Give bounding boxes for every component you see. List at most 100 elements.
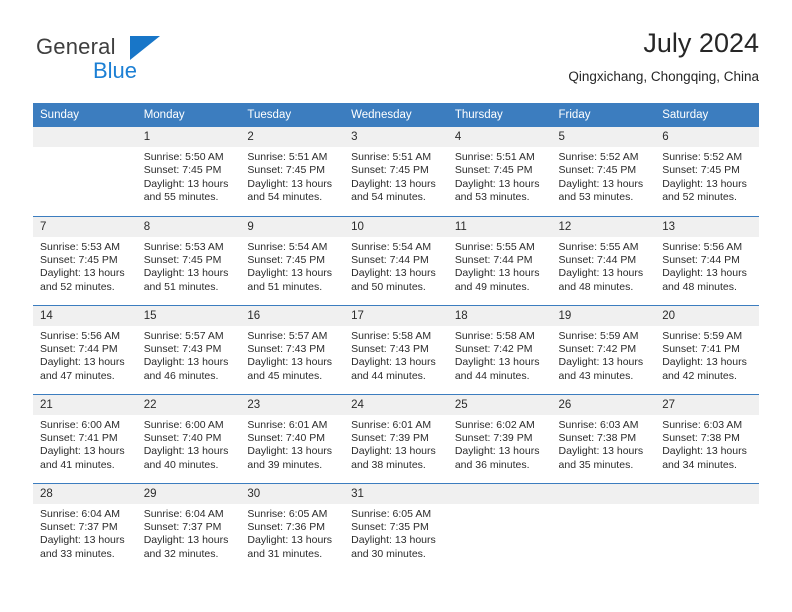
daylight-duration-line1: Daylight: 13 hours: [143, 445, 229, 458]
day-number: [551, 483, 656, 504]
sunrise-time: Sunrise: 5:50 AM: [143, 151, 224, 163]
calendar-day-cell[interactable]: 17 Sunrise: 5:58 AM Sunset: 7:43 PM Dayligh…: [344, 304, 448, 394]
calendar-day-cell[interactable]: 6 Sunrise: 5:52 AM Sunset: 7:45 PM Daylight…: [655, 127, 759, 216]
daylight-duration-line2: and 30 minutes.: [351, 547, 426, 560]
daylight-duration-line2: and 51 minutes.: [143, 280, 219, 293]
daylight-duration-line1: Daylight: 13 hours: [40, 534, 125, 547]
calendar-day-cell[interactable]: 13 Sunrise: 5:56 AM Sunset: 7:44 PM Dayligh…: [655, 215, 759, 305]
day-number: 26: [551, 394, 656, 415]
day-details: Sunrise: 6:04 AM Sunset: 7:37 PM Daylight:…: [137, 504, 241, 562]
calendar-page: General Blue July 2024 Qingxichang, Chon…: [0, 0, 792, 612]
weekday-header-wednesday: Wednesday: [344, 103, 448, 127]
day-details: Sunrise: 6:02 AM Sunset: 7:39 PM Daylight:…: [448, 415, 552, 473]
sunrise-time: Sunrise: 6:00 AM: [40, 418, 120, 431]
sunset-time: Sunset: 7:40 PM: [247, 431, 326, 444]
day-number: 25: [447, 394, 552, 415]
daylight-duration-line1: Daylight: 13 hours: [454, 177, 540, 190]
daylight-duration-line2: and 48 minutes.: [558, 280, 634, 293]
day-details: Sunrise: 5:51 AM Sunset: 7:45 PM Daylight:…: [448, 147, 552, 205]
day-details: Sunrise: 5:55 AM Sunset: 7:44 PM Daylight:…: [448, 237, 552, 295]
calendar-day-cell[interactable]: 7 Sunrise: 5:53 AM Sunset: 7:45 PM Daylight…: [33, 215, 137, 305]
calendar-day-cell[interactable]: 11 Sunrise: 5:55 AM Sunset: 7:44 PM Dayligh…: [447, 215, 552, 305]
sunset-time: Sunset: 7:45 PM: [662, 164, 740, 177]
calendar-day-cell[interactable]: 23 Sunrise: 6:01 AM Sunset: 7:40 PM Dayligh…: [240, 393, 345, 483]
calendar-day-cell-empty: [655, 482, 759, 572]
weekday-header-thursday: Thursday: [447, 103, 552, 127]
day-number: 4: [447, 127, 552, 147]
sunset-time: Sunset: 7:40 PM: [143, 431, 222, 444]
sunrise-time: Sunrise: 6:01 AM: [247, 418, 328, 431]
page-title: July 2024: [643, 28, 759, 58]
calendar-day-cell[interactable]: 20 Sunrise: 5:59 AM Sunset: 7:41 PM Dayligh…: [655, 304, 759, 394]
day-number: 14: [33, 305, 137, 326]
calendar-day-cell[interactable]: 4 Sunrise: 5:51 AM Sunset: 7:45 PM Daylight…: [447, 127, 552, 216]
sunrise-sunset-calendar: Sunday Monday Tuesday Wednesday Thursday…: [33, 103, 759, 572]
day-number: [655, 483, 759, 504]
calendar-day-cell[interactable]: 21 Sunrise: 6:00 AM Sunset: 7:41 PM Dayligh…: [33, 393, 137, 483]
day-details: Sunrise: 6:03 AM Sunset: 7:38 PM Daylight:…: [655, 415, 759, 473]
day-number: 13: [655, 216, 759, 237]
sunset-time: Sunset: 7:45 PM: [247, 164, 326, 177]
daylight-duration-line2: and 49 minutes.: [454, 280, 530, 293]
calendar-day-cell[interactable]: 16 Sunrise: 5:57 AM Sunset: 7:43 PM Dayligh…: [240, 304, 345, 394]
calendar-day-cell[interactable]: 25 Sunrise: 6:02 AM Sunset: 7:39 PM Dayligh…: [447, 393, 552, 483]
day-details: Sunrise: 6:00 AM Sunset: 7:40 PM Daylight:…: [137, 415, 241, 473]
calendar-day-cell[interactable]: 10 Sunrise: 5:54 AM Sunset: 7:44 PM Dayligh…: [344, 215, 448, 305]
calendar-week-row: 14 Sunrise: 5:56 AM Sunset: 7:44 PM Dayligh…: [33, 304, 759, 394]
calendar-day-cell[interactable]: 12 Sunrise: 5:55 AM Sunset: 7:44 PM Dayligh…: [551, 215, 656, 305]
calendar-day-cell[interactable]: 31 Sunrise: 6:05 AM Sunset: 7:35 PM Dayligh…: [344, 482, 448, 572]
calendar-day-cell[interactable]: 29 Sunrise: 6:04 AM Sunset: 7:37 PM Dayligh…: [136, 482, 241, 572]
calendar-day-cell[interactable]: 2 Sunrise: 5:51 AM Sunset: 7:45 PM Daylight…: [240, 127, 345, 216]
sunset-time: Sunset: 7:36 PM: [247, 520, 326, 533]
daylight-duration-line2: and 40 minutes.: [143, 458, 219, 471]
calendar-day-cell[interactable]: 24 Sunrise: 6:01 AM Sunset: 7:39 PM Dayligh…: [344, 393, 448, 483]
title-block: July 2024 Qingxichang, Chongqing, China: [568, 26, 759, 85]
daylight-duration-line1: Daylight: 13 hours: [351, 534, 436, 547]
sunset-time: Sunset: 7:39 PM: [454, 431, 533, 444]
daylight-duration-line2: and 36 minutes.: [454, 458, 530, 471]
day-number: 28: [33, 483, 137, 504]
sunset-time: Sunset: 7:37 PM: [143, 520, 222, 533]
day-details: Sunrise: 5:59 AM Sunset: 7:41 PM Daylight:…: [655, 326, 759, 384]
day-details: Sunrise: 5:56 AM Sunset: 7:44 PM Daylight:…: [655, 237, 759, 295]
sunrise-time: Sunrise: 5:58 AM: [454, 329, 535, 342]
day-details: Sunrise: 5:50 AM Sunset: 7:45 PM Daylight:…: [137, 147, 241, 205]
daylight-duration-line1: Daylight: 13 hours: [40, 267, 125, 280]
sunrise-time: Sunrise: 6:02 AM: [454, 418, 535, 431]
day-details: Sunrise: 5:56 AM Sunset: 7:44 PM Daylight:…: [33, 326, 137, 384]
daylight-duration-line2: and 51 minutes.: [247, 280, 323, 293]
daylight-duration-line1: Daylight: 13 hours: [454, 356, 540, 369]
calendar-day-cell[interactable]: 5 Sunrise: 5:52 AM Sunset: 7:45 PM Daylight…: [551, 127, 656, 216]
day-details: Sunrise: 5:51 AM Sunset: 7:45 PM Daylight:…: [240, 147, 344, 205]
sunset-time: Sunset: 7:38 PM: [558, 431, 637, 444]
calendar-day-cell[interactable]: 15 Sunrise: 5:57 AM Sunset: 7:43 PM Dayligh…: [136, 304, 241, 394]
day-number: 8: [136, 216, 241, 237]
weekday-header-saturday: Saturday: [655, 103, 759, 127]
day-number: 7: [33, 216, 137, 237]
sunset-time: Sunset: 7:42 PM: [454, 342, 533, 355]
calendar-day-cell[interactable]: 30 Sunrise: 6:05 AM Sunset: 7:36 PM Dayligh…: [240, 482, 345, 572]
calendar-day-cell[interactable]: 28 Sunrise: 6:04 AM Sunset: 7:37 PM Dayligh…: [33, 482, 137, 572]
calendar-day-cell[interactable]: 14 Sunrise: 5:56 AM Sunset: 7:44 PM Dayligh…: [33, 304, 137, 394]
daylight-duration-line2: and 43 minutes.: [558, 369, 634, 382]
sunrise-time: Sunrise: 5:57 AM: [143, 329, 224, 342]
calendar-day-cell[interactable]: 9 Sunrise: 5:54 AM Sunset: 7:45 PM Daylight…: [240, 215, 345, 305]
sunrise-time: Sunrise: 5:56 AM: [662, 240, 743, 253]
calendar-day-cell[interactable]: 8 Sunrise: 5:53 AM Sunset: 7:45 PM Daylight…: [136, 215, 241, 305]
daylight-duration-line1: Daylight: 13 hours: [558, 177, 644, 190]
daylight-duration-line1: Daylight: 13 hours: [247, 445, 333, 458]
day-details: Sunrise: 6:05 AM Sunset: 7:36 PM Daylight:…: [240, 504, 344, 562]
calendar-day-cell[interactable]: 22 Sunrise: 6:00 AM Sunset: 7:40 PM Dayligh…: [136, 393, 241, 483]
day-number: 12: [551, 216, 656, 237]
calendar-day-cell[interactable]: 19 Sunrise: 5:59 AM Sunset: 7:42 PM Dayligh…: [551, 304, 656, 394]
sunrise-time: Sunrise: 5:58 AM: [351, 329, 432, 342]
sunset-time: Sunset: 7:45 PM: [558, 164, 637, 177]
calendar-day-cell[interactable]: 18 Sunrise: 5:58 AM Sunset: 7:42 PM Dayligh…: [447, 304, 552, 394]
calendar-day-cell[interactable]: 3 Sunrise: 5:51 AM Sunset: 7:45 PM Daylight…: [344, 127, 448, 216]
daylight-duration-line2: and 39 minutes.: [247, 458, 323, 471]
daylight-duration-line1: Daylight: 13 hours: [40, 356, 125, 369]
calendar-day-cell[interactable]: 26 Sunrise: 6:03 AM Sunset: 7:38 PM Dayligh…: [551, 393, 656, 483]
calendar-day-cell[interactable]: 1 Sunrise: 5:50 AM Sunset: 7:45 PM Daylight…: [136, 127, 241, 216]
daylight-duration-line1: Daylight: 13 hours: [662, 267, 747, 280]
calendar-day-cell[interactable]: 27 Sunrise: 6:03 AM Sunset: 7:38 PM Dayligh…: [655, 393, 759, 483]
